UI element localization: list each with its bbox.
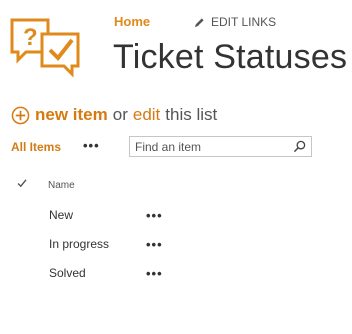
edit-links-button[interactable]: EDIT LINKS	[194, 15, 276, 29]
select-all-check-icon[interactable]	[17, 178, 27, 188]
page-title: Ticket Statuses	[113, 38, 348, 76]
or-text: or	[112, 105, 128, 124]
list-item-name[interactable]: New	[49, 208, 73, 222]
search-icon[interactable]	[293, 140, 306, 153]
list-item-name[interactable]: In progress	[49, 237, 109, 251]
column-header-name[interactable]: Name	[48, 180, 75, 191]
nav-home-link[interactable]: Home	[114, 14, 150, 29]
view-more-button[interactable]: •••	[83, 138, 100, 153]
edit-list-link[interactable]: edit	[133, 105, 160, 125]
site-logo-icon[interactable]: ?	[8, 14, 84, 78]
list-item-menu-button[interactable]: •••	[146, 266, 163, 281]
list-item-menu-button[interactable]: •••	[146, 237, 163, 252]
search-box	[129, 136, 312, 157]
edit-links-label: EDIT LINKS	[211, 15, 277, 29]
list-item-name[interactable]: Solved	[49, 266, 86, 280]
view-all-items-tab[interactable]: All Items	[11, 140, 61, 154]
this-list-text: this list	[165, 105, 218, 124]
list-item-menu-button[interactable]: •••	[146, 208, 163, 223]
svg-text:?: ?	[23, 24, 38, 51]
list-action-line: new item or edit this list	[11, 105, 217, 125]
new-item-link[interactable]: new item	[35, 105, 108, 125]
pencil-icon	[194, 17, 204, 27]
search-input[interactable]	[130, 137, 285, 156]
add-circle-icon[interactable]	[11, 106, 30, 125]
